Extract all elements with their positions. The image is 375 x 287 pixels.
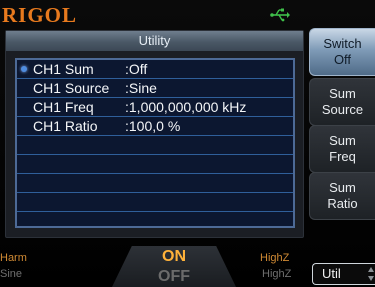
harmonic-label: Harm xyxy=(0,252,27,264)
usb-icon xyxy=(270,8,290,22)
list-item-empty xyxy=(17,136,293,155)
list-item-empty xyxy=(17,193,293,212)
softkey-label: Switch xyxy=(323,36,362,51)
waveform-value: Sine xyxy=(0,268,23,280)
selection-indicator-icon xyxy=(21,66,27,72)
output-off-label: OFF xyxy=(158,268,190,285)
up-down-arrows-icon xyxy=(368,267,374,281)
list-item-empty xyxy=(17,174,293,193)
switch-softkey[interactable]: Switch Off xyxy=(309,28,375,76)
sum-source-softkey[interactable]: Sum Source xyxy=(309,78,375,126)
softkey-label-2: Ratio xyxy=(327,196,358,211)
softkey-label-2: Freq xyxy=(329,149,356,164)
list-item-value: :Off xyxy=(125,61,148,77)
list-item-ch1-ratio[interactable]: CH1 Ratio :100,0 % xyxy=(17,117,293,136)
list-item-value: :1,000,000,000 kHz xyxy=(125,99,247,115)
channel-status-bar: Harm Sine ON OFF HighZ HighZ Util xyxy=(0,246,375,287)
softkey-label: Sum xyxy=(329,133,356,148)
instrument-screen: RIGOL Utility CH1 Sum :Off CH1 Source :S… xyxy=(0,0,375,287)
util-menu-button[interactable]: Util xyxy=(312,263,375,285)
list-item-value: :100,0 % xyxy=(125,118,181,134)
util-label: Util xyxy=(322,266,341,281)
impedance-label: HighZ xyxy=(260,252,290,264)
list-item-ch1-freq[interactable]: CH1 Freq :1,000,000,000 kHz xyxy=(17,98,293,117)
list-item-empty xyxy=(17,212,293,231)
brand-logo: RIGOL xyxy=(2,3,78,27)
softkey-label: Sum xyxy=(329,86,356,101)
list-item-label: CH1 Sum xyxy=(33,61,94,77)
softkey-label: Sum xyxy=(329,180,356,195)
list-item-label: CH1 Freq xyxy=(33,99,94,115)
utility-panel: Utility CH1 Sum :Off CH1 Source :Sine CH… xyxy=(5,30,304,238)
softkey-value: Off xyxy=(333,52,352,67)
list-item-label: CH1 Ratio xyxy=(33,118,98,134)
softkey-label-2: Source xyxy=(321,102,364,117)
impedance-value: HighZ xyxy=(262,268,292,280)
panel-title: Utility xyxy=(6,31,303,51)
list-item-label: CH1 Source xyxy=(33,80,110,96)
list-item-empty xyxy=(17,155,293,174)
sum-freq-softkey[interactable]: Sum Freq xyxy=(309,125,375,173)
list-item-value: :Sine xyxy=(125,80,157,96)
list-item-ch1-sum[interactable]: CH1 Sum :Off xyxy=(17,60,293,79)
sum-ratio-softkey[interactable]: Sum Ratio xyxy=(309,172,375,220)
output-on-label: ON xyxy=(162,248,186,265)
utility-list: CH1 Sum :Off CH1 Source :Sine CH1 Freq :… xyxy=(15,58,295,228)
list-item-ch1-source[interactable]: CH1 Source :Sine xyxy=(17,79,293,98)
output-toggle[interactable]: ON OFF xyxy=(112,246,236,287)
